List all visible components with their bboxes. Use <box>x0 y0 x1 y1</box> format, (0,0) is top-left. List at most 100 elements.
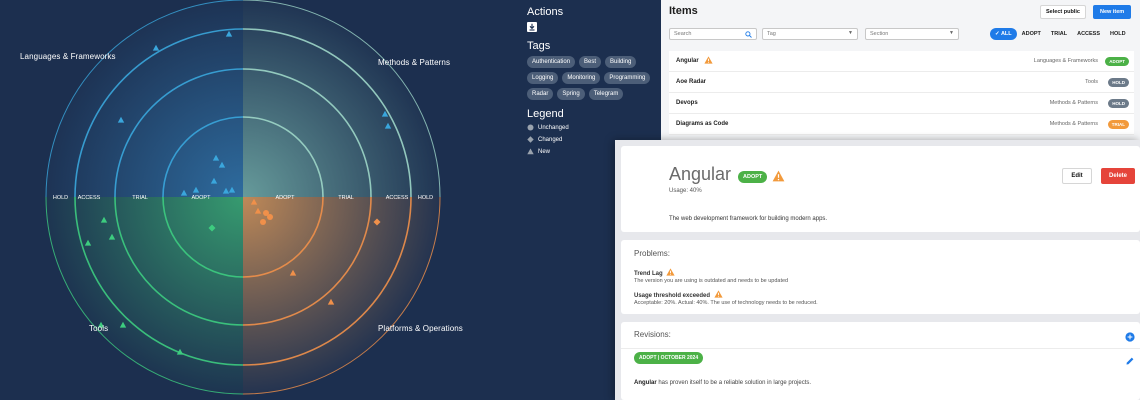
ring-filter-trial[interactable]: TRIAL <box>1046 28 1072 40</box>
section-select[interactable]: Section ▼ <box>865 28 959 40</box>
pencil-icon[interactable] <box>1125 356 1135 366</box>
tag-chip[interactable]: Logging <box>527 72 559 84</box>
edit-button[interactable]: Edit <box>1062 168 1092 184</box>
problem-name-text: Usage threshold exceeded <box>634 293 711 299</box>
ring-filter-label: ALL <box>1000 31 1012 37</box>
legend-label: Changed <box>538 136 563 143</box>
revisions-title: Revisions: <box>634 330 671 339</box>
ring-filter-all[interactable]: ✓ ALL <box>990 28 1017 40</box>
download-icon[interactable] <box>527 22 537 32</box>
revision-badge: ADOPT | OCTOBER 2024 <box>634 352 704 364</box>
ring-label: ADOPT <box>192 195 212 201</box>
quadrant-label-methods-patterns[interactable]: Methods & Patterns <box>378 58 450 67</box>
add-revision-icon[interactable] <box>1125 332 1135 342</box>
circle-icon <box>527 124 534 131</box>
list-item[interactable]: Diagrams as Code Methods & Patterns TRIA… <box>669 114 1134 135</box>
quadrant-label-tools[interactable]: Tools <box>89 324 108 333</box>
ring-label: TRIAL <box>132 195 148 201</box>
search-icon <box>745 31 752 38</box>
ring-badge: TRIAL <box>1107 120 1129 129</box>
item-name: Diagrams as Code <box>676 121 729 127</box>
warning-icon <box>714 290 723 298</box>
legend-item-unchanged: Unchanged <box>527 124 652 131</box>
detail-description: The web development framework for buildi… <box>669 216 828 222</box>
ring-filter-group: ✓ ALL ADOPT TRIAL ACCESS HOLD <box>990 28 1131 40</box>
item-section: Tools <box>1085 79 1098 85</box>
problems-card: Problems: Trend Lag The version you are … <box>621 240 1140 314</box>
tag-chip[interactable]: Monitoring <box>562 72 601 84</box>
item-section: Languages & Frameworks <box>1033 58 1098 64</box>
ring-label: HOLD <box>53 195 68 201</box>
tag-list: Authentication Best Building Logging Mon… <box>527 56 651 100</box>
detail-header-card: Angular ADOPT Usage: 40% The web develop… <box>621 146 1140 232</box>
ring-label: ACCESS <box>386 195 409 201</box>
list-item[interactable]: Devops Methods & Patterns HOLD <box>669 93 1134 114</box>
item-name: Aoe Radar <box>676 79 707 85</box>
ring-filter-adopt[interactable]: ADOPT <box>1017 28 1046 40</box>
detail-usage: Usage: 40% <box>669 188 702 194</box>
blip-circle[interactable] <box>267 214 273 220</box>
problem-name: Trend Lag <box>634 268 675 277</box>
problem-name: Usage threshold exceeded <box>634 290 723 299</box>
side-panel: Actions Tags Authentication Best Buildin… <box>527 6 652 160</box>
problems-title: Problems: <box>634 249 671 258</box>
tags-title: Tags <box>527 40 551 52</box>
triangle-icon <box>527 148 534 155</box>
warning-icon <box>772 170 785 182</box>
detail-ring-badge: ADOPT <box>738 171 768 183</box>
tag-chip[interactable]: Authentication <box>527 56 576 68</box>
quadrant-fill-top-left <box>46 0 243 197</box>
ring-label: HOLD <box>418 195 433 201</box>
new-item-button[interactable]: New item <box>1093 5 1132 19</box>
ring-badge: HOLD <box>1108 78 1129 87</box>
list-item[interactable]: Aoe Radar Tools HOLD <box>669 72 1134 93</box>
revision-text: Angular has proven itself to be a reliab… <box>634 380 811 386</box>
tag-chip[interactable]: Radar <box>527 88 554 100</box>
revision-body: has proven itself to be a reliable solut… <box>656 380 812 386</box>
tag-chip[interactable]: Building <box>605 56 637 68</box>
items-title: Items <box>669 5 698 17</box>
quadrant-fill-bottom-right <box>243 197 440 394</box>
blip-circle[interactable] <box>260 219 266 225</box>
item-section: Methods & Patterns <box>1049 100 1098 106</box>
select-public-button[interactable]: Select public <box>1040 5 1086 19</box>
problem-description: Acceptable: 20%. Actual: 40%. The use of… <box>634 300 818 306</box>
search-input[interactable]: Search <box>669 28 757 40</box>
quadrant-label-languages-frameworks[interactable]: Languages & Frameworks <box>20 52 116 61</box>
problem-name-text: Trend Lag <box>634 271 663 277</box>
chevron-down-icon: ▼ <box>848 30 853 36</box>
tag-select[interactable]: Tag ▼ <box>762 28 858 40</box>
legend-title: Legend <box>527 108 564 120</box>
diamond-icon <box>527 136 534 143</box>
chevron-down-icon: ▼ <box>949 30 954 36</box>
tag-chip[interactable]: Best <box>579 56 602 68</box>
revisions-card: Revisions: ADOPT | OCTOBER 2024 Angular … <box>621 322 1140 400</box>
problem-description: The version you are using is outdated an… <box>634 278 789 284</box>
tag-chip[interactable]: Spring <box>557 88 585 100</box>
items-list: Angular Languages & Frameworks ADOPT Aoe… <box>669 51 1134 135</box>
quadrant-fill-top-right <box>243 0 440 197</box>
ring-filter-hold[interactable]: HOLD <box>1105 28 1131 40</box>
quadrant-label-platforms-operations[interactable]: Platforms & Operations <box>378 324 463 333</box>
actions-title: Actions <box>527 6 564 18</box>
delete-button[interactable]: Delete <box>1101 168 1135 184</box>
ring-filter-access[interactable]: ACCESS <box>1072 28 1105 40</box>
list-item[interactable]: Angular Languages & Frameworks ADOPT <box>669 51 1134 72</box>
tag-select-placeholder: Tag <box>767 31 776 37</box>
tag-chip[interactable]: Telegram <box>588 88 624 100</box>
item-name: Devops <box>676 100 698 106</box>
detail-title: Angular <box>669 164 732 184</box>
item-detail-panel: Angular ADOPT Usage: 40% The web develop… <box>615 140 1140 400</box>
ring-label: TRIAL <box>338 195 354 201</box>
tag-chip[interactable]: Programming <box>604 72 651 84</box>
ring-label: ADOPT <box>276 195 296 201</box>
ring-badge: HOLD <box>1108 99 1129 108</box>
item-name: Angular <box>676 58 699 64</box>
divider <box>621 348 1140 349</box>
item-section: Methods & Patterns <box>1049 121 1098 127</box>
warning-icon <box>704 56 713 64</box>
revision-name: Angular <box>634 380 657 386</box>
legend-label: New <box>538 148 551 155</box>
warning-icon <box>666 268 675 276</box>
legend-label: Unchanged <box>538 124 569 131</box>
